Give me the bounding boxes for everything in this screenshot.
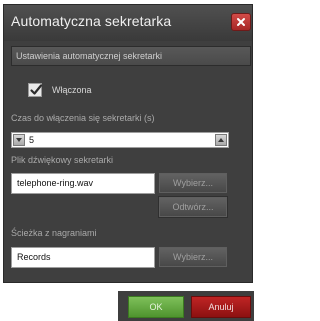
arrow-up-icon [218, 138, 224, 142]
delay-spinbox[interactable]: 5 [11, 132, 229, 148]
arrow-down-icon [16, 138, 22, 142]
enabled-label[interactable]: Włączona [52, 83, 92, 97]
delay-value: 5 [29, 135, 35, 145]
screen: Automatyczna sekretarka Ustawienia autom… [0, 0, 254, 321]
close-icon [237, 18, 245, 26]
settings-section-header: Ustawienia automatycznej sekretarki [11, 46, 251, 66]
dialog-footer: OK Anuluj [118, 291, 254, 321]
answering-machine-dialog: Automatyczna sekretarka Ustawienia autom… [3, 4, 253, 283]
sound-file-input[interactable]: telephone-ring.wav [11, 173, 155, 194]
choose-recordings-button[interactable]: Wybierz... [159, 247, 227, 267]
ok-button[interactable]: OK [128, 296, 184, 318]
decrement-button[interactable] [13, 134, 25, 146]
checkmark-icon [30, 84, 43, 95]
cancel-button[interactable]: Anuluj [191, 296, 251, 318]
dialog-titlebar[interactable]: Automatyczna sekretarka [4, 5, 252, 41]
recordings-path-label: Ścieżka z nagraniami [11, 228, 97, 238]
dialog-title: Automatyczna sekretarka [11, 13, 172, 29]
enabled-checkbox[interactable] [28, 83, 43, 97]
recordings-path-input[interactable]: Records [11, 247, 155, 268]
increment-button[interactable] [215, 134, 227, 146]
choose-sound-button[interactable]: Wybierz... [159, 173, 227, 193]
delay-label: Czas do włączenia się sekretarki (s) [11, 113, 155, 123]
play-sound-button[interactable]: Odtwórz... [159, 197, 227, 217]
close-button[interactable] [231, 13, 251, 31]
sound-file-label: Plik dźwiękowy sekretarki [11, 155, 114, 165]
